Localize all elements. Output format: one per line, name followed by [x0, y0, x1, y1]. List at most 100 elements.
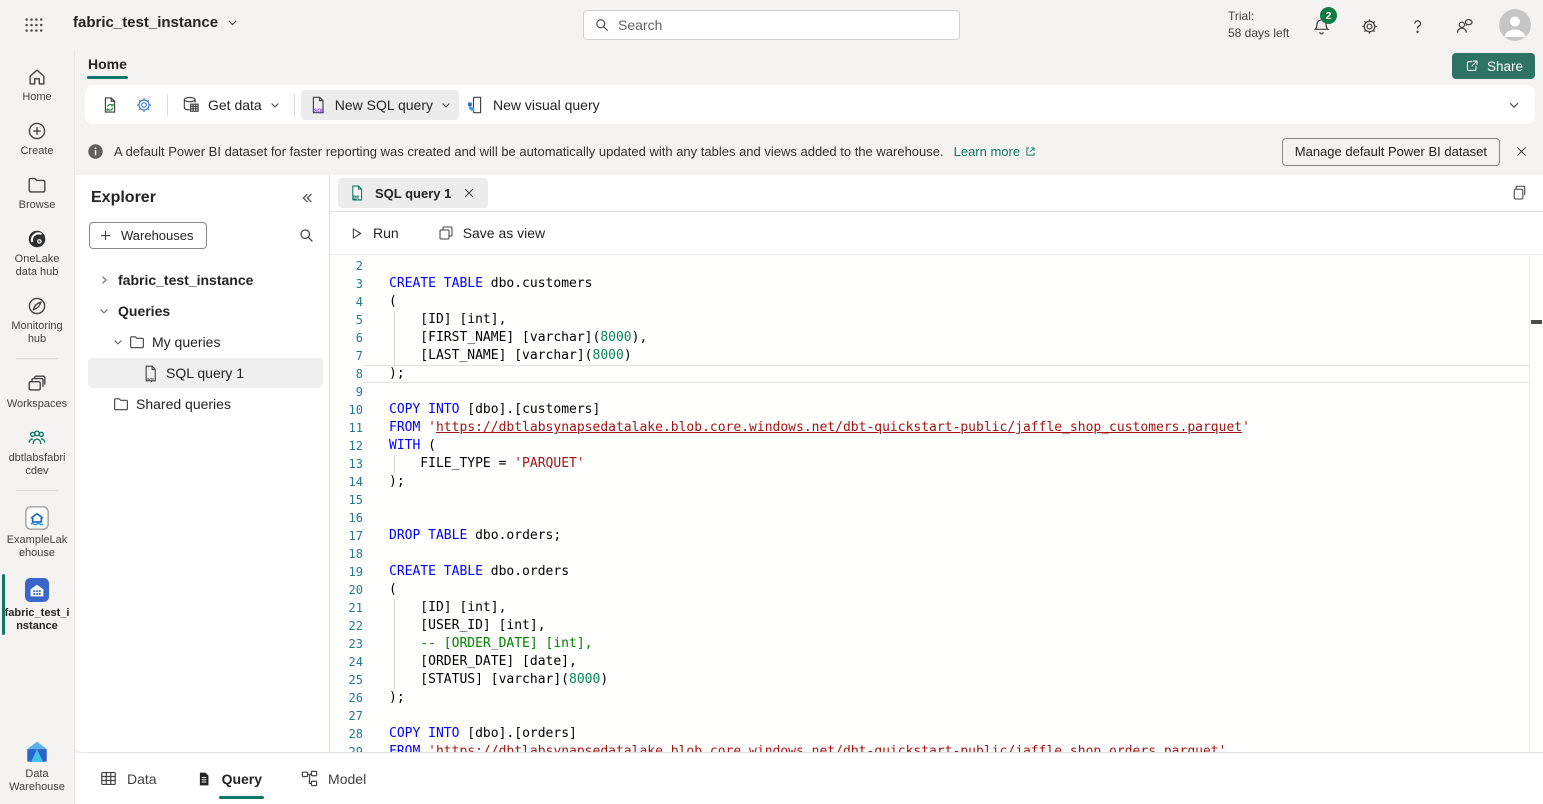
explorer-search-icon[interactable] [298, 227, 315, 244]
line-text: [ID] [int], [363, 311, 1529, 329]
code-line-11[interactable]: 11FROM 'https://dbtlabsynapsedatalake.bl… [330, 419, 1543, 437]
rail-item-fabric-test-instance[interactable]: fabric_test_instance [0, 570, 74, 639]
sql-code-editor[interactable]: 23CREATE TABLE dbo.customers4(5 [ID] [in… [330, 255, 1543, 752]
top-header-bar: fabric_test_instance Trial: 58 days left… [0, 0, 1543, 50]
tree-item-shared-queries[interactable]: Shared queries [88, 389, 323, 419]
line-number: 27 [330, 707, 363, 725]
rail-item-monitoring-hub[interactable]: Monitoringhub [0, 289, 74, 352]
notifications-button[interactable]: 2 [1308, 13, 1334, 39]
new-visual-query-button[interactable]: New visual query [459, 90, 607, 120]
save-as-view-icon [437, 224, 455, 242]
rail-item-examplelakehouse[interactable]: ExampleLakehouse [0, 499, 74, 566]
line-number: 16 [330, 509, 363, 527]
code-line-14[interactable]: 14); [330, 473, 1543, 491]
tree-item-queries[interactable]: Queries [88, 296, 323, 326]
save-as-view-button[interactable]: Save as view [431, 220, 551, 246]
code-line-15[interactable]: 15 [330, 491, 1543, 509]
code-line-20[interactable]: 20( [330, 581, 1543, 599]
settings-button[interactable] [127, 90, 161, 120]
new-sql-query-button[interactable]: SQL New SQL query [301, 90, 459, 120]
rail-item-workspaces[interactable]: Workspaces [0, 367, 74, 417]
editor-scrollbar-track[interactable] [1529, 255, 1543, 752]
rail-item-browse[interactable]: Browse [0, 168, 74, 218]
line-text: ); [363, 365, 1529, 383]
collapse-panel-icon[interactable] [299, 190, 315, 206]
view-tab-model[interactable]: Model [298, 763, 368, 794]
query-tab[interactable]: SQL SQL query 1 [338, 178, 488, 208]
code-line-19[interactable]: 19CREATE TABLE dbo.orders [330, 563, 1543, 581]
get-data-button[interactable]: Get data [174, 90, 288, 120]
view-tab-query[interactable]: Query [193, 764, 264, 794]
code-line-3[interactable]: 3CREATE TABLE dbo.customers [330, 275, 1543, 293]
share-button[interactable]: Share [1452, 53, 1535, 79]
code-line-29[interactable]: 29FROM 'https://dbtlabsynapsedatalake.bl… [330, 743, 1543, 752]
code-line-9[interactable]: 9 [330, 383, 1543, 401]
workspace-title-menu[interactable]: fabric_test_instance [73, 14, 239, 31]
chevron-right-icon[interactable] [96, 272, 112, 288]
code-line-5[interactable]: 5 [ID] [int], [330, 311, 1543, 329]
svg-text:SQL: SQL [353, 196, 360, 200]
code-line-24[interactable]: 24 [ORDER_DATE] [date], [330, 653, 1543, 671]
tree-item-sql-query-1[interactable]: SQLSQL query 1 [88, 358, 323, 388]
rail-item-dbtlabsfabricdev[interactable]: dbtlabsfabricdev [0, 421, 74, 484]
line-text: ( [363, 293, 1529, 311]
code-line-21[interactable]: 21 [ID] [int], [330, 599, 1543, 617]
code-line-25[interactable]: 25 [STATUS] [varchar](8000) [330, 671, 1543, 689]
rail-item-data-warehouse[interactable]: DataWarehouse [0, 733, 74, 800]
rail-item-create[interactable]: Create [0, 114, 74, 164]
code-line-23[interactable]: 23 -- [ORDER_DATE] [int], [330, 635, 1543, 653]
feedback-icon[interactable] [1451, 13, 1477, 39]
chevron-down-icon[interactable] [110, 334, 126, 350]
code-line-18[interactable]: 18 [330, 545, 1543, 563]
code-line-17[interactable]: 17DROP TABLE dbo.orders; [330, 527, 1543, 545]
code-line-13[interactable]: 13 FILE_TYPE = 'PARQUET' [330, 455, 1543, 473]
code-line-12[interactable]: 12WITH ( [330, 437, 1543, 455]
view-tab-label: Query [222, 771, 262, 787]
code-line-22[interactable]: 22 [USER_ID] [int], [330, 617, 1543, 635]
warehouses-button[interactable]: Warehouses [89, 222, 207, 249]
rail-item-onelake-data-hub[interactable]: OneLakedata hub [0, 222, 74, 285]
code-line-26[interactable]: 26); [330, 689, 1543, 707]
code-line-7[interactable]: 7 [LAST_NAME] [varchar](8000) [330, 347, 1543, 365]
chevron-down-icon[interactable] [96, 303, 112, 319]
ribbon-toolbar-row: Get data SQL New SQL query [75, 83, 1543, 128]
tab-home[interactable]: Home [82, 52, 133, 76]
tree-item-my-queries[interactable]: My queries [88, 327, 323, 357]
line-text: CREATE TABLE dbo.customers [363, 275, 1529, 293]
code-line-10[interactable]: 10COPY INTO [dbo].[customers] [330, 401, 1543, 419]
line-text: ); [363, 473, 1529, 491]
close-icon[interactable] [1514, 144, 1529, 159]
code-line-16[interactable]: 16 [330, 509, 1543, 527]
settings-gear-icon[interactable] [1356, 13, 1382, 39]
code-line-6[interactable]: 6 [FIRST_NAME] [varchar](8000), [330, 329, 1543, 347]
explorer-panel: Explorer Warehouses fabric_test_instance… [75, 175, 330, 752]
rail-item-label: ExampleLakehouse [7, 534, 68, 560]
app-launcher-icon[interactable] [22, 13, 46, 37]
search-input[interactable] [618, 17, 949, 33]
code-line-4[interactable]: 4( [330, 293, 1543, 311]
run-button[interactable]: Run [342, 221, 405, 246]
code-line-27[interactable]: 27 [330, 707, 1543, 725]
close-tab-icon[interactable] [460, 184, 478, 202]
code-line-8[interactable]: 8); [330, 365, 1543, 383]
explorer-title: Explorer [91, 189, 299, 207]
toolbar-collapse-chevron-icon[interactable] [1507, 98, 1521, 112]
folder-icon [112, 395, 130, 413]
main-content: Explorer Warehouses fabric_test_instance… [75, 175, 1543, 753]
code-line-2[interactable]: 2 [330, 257, 1543, 275]
code-line-28[interactable]: 28COPY INTO [dbo].[orders] [330, 725, 1543, 743]
view-tab-data[interactable]: Data [97, 763, 159, 794]
tree-item-fabric_test_instance[interactable]: fabric_test_instance [88, 265, 323, 295]
copy-icon[interactable] [1509, 184, 1527, 202]
line-text: WITH ( [363, 437, 1529, 455]
info-icon [87, 143, 104, 160]
trial-days-left: 58 days left [1228, 25, 1289, 42]
refresh-file-button[interactable] [93, 90, 127, 120]
manage-default-dataset-button[interactable]: Manage default Power BI dataset [1282, 138, 1500, 166]
editor-scroll-marker [1531, 320, 1542, 324]
learn-more-link[interactable]: Learn more [954, 144, 1037, 159]
tree-item-label: SQL query 1 [166, 365, 244, 381]
help-button[interactable] [1404, 13, 1430, 39]
rail-item-home[interactable]: Home [0, 60, 74, 110]
user-avatar[interactable] [1499, 9, 1531, 41]
